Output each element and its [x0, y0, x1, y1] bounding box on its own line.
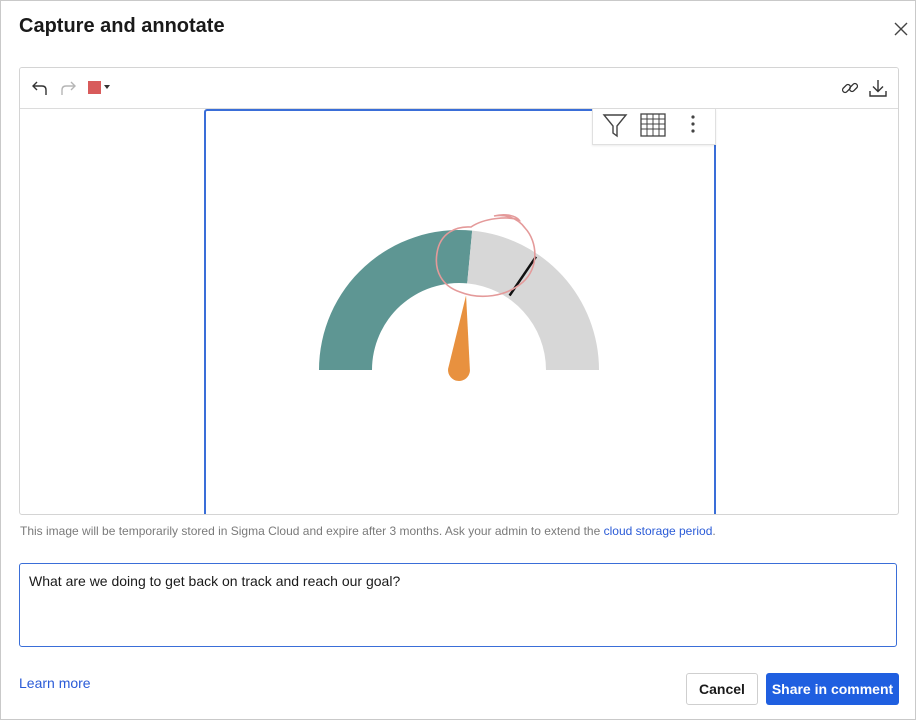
gauge-chart — [319, 213, 600, 381]
annotation-canvas[interactable] — [19, 67, 899, 515]
gauge-needle — [448, 295, 470, 381]
cancel-button[interactable]: Cancel — [686, 673, 758, 705]
storage-note-text: This image will be temporarily stored in… — [20, 524, 604, 538]
storage-note: This image will be temporarily stored in… — [20, 524, 716, 538]
viz-toolbar — [592, 109, 716, 145]
cloud-storage-link[interactable]: cloud storage period — [604, 524, 713, 538]
dialog-title: Capture and annotate — [19, 15, 225, 37]
gauge-value-arc — [319, 230, 473, 370]
storage-note-suffix: . — [712, 524, 716, 538]
filter-icon[interactable] — [601, 111, 629, 139]
gauge-track-arc — [467, 230, 600, 370]
learn-more-link[interactable]: Learn more — [19, 675, 91, 691]
more-vertical-icon[interactable] — [679, 111, 707, 139]
comment-input[interactable]: What are we doing to get back on track a… — [19, 563, 897, 647]
table-icon[interactable] — [639, 111, 667, 139]
close-icon[interactable] — [891, 19, 911, 39]
share-in-comment-button[interactable]: Share in comment — [766, 673, 899, 705]
capture-dialog: Capture and annotate This image will be … — [0, 0, 916, 720]
